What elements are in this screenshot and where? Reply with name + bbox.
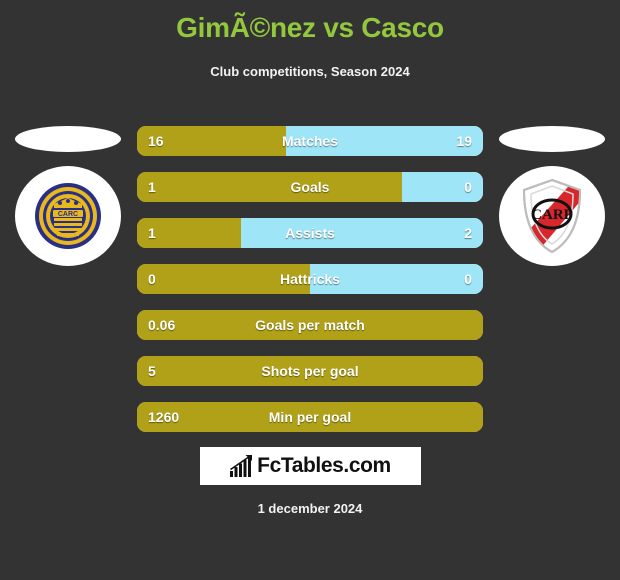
bar-chart-trend-icon: [230, 455, 253, 477]
page-title: GimÃ©nez vs Casco: [176, 12, 444, 43]
away-club-crest-column: CARP: [496, 126, 608, 286]
fctables-logo-text: FcTables.com: [257, 454, 391, 477]
stat-label: Assists: [285, 225, 335, 241]
stat-row: 0.06 Goals per match: [137, 310, 483, 340]
svg-text:CARC: CARC: [58, 211, 78, 218]
fctables-logo[interactable]: FcTables.com: [200, 447, 421, 485]
river-plate-crest-icon: CARP: [522, 178, 582, 254]
away-value: 2: [464, 225, 472, 241]
footer-date: 1 december 2024: [257, 501, 363, 516]
rosario-central-crest-icon: CARC: [35, 183, 101, 249]
stat-label: Min per goal: [268, 409, 352, 425]
away-value: 0: [464, 179, 472, 195]
stat-label: Shots per goal: [261, 363, 359, 379]
stat-row: 0 Hattricks 0: [137, 264, 483, 294]
away-value: 19: [456, 133, 472, 149]
svg-text:CARP: CARP: [531, 207, 573, 223]
stat-label: Hattricks: [280, 271, 340, 287]
stat-label: Goals: [290, 179, 330, 195]
stat-row: 5 Shots per goal: [137, 356, 483, 386]
home-crest-ellipse-top: [15, 126, 121, 152]
stat-row: 1 Assists 2: [137, 218, 483, 248]
away-crest-ellipse-top: [499, 126, 605, 152]
home-club-crest-column: CARC: [12, 126, 124, 286]
stat-row: 16 Matches 19: [137, 126, 483, 156]
page-subtitle: Club competitions, Season 2024: [210, 64, 410, 79]
stat-comparison-list: 16 Matches 19 1 Goals 0 1 Assists 2 0 Ha…: [137, 126, 483, 448]
stat-label: Goals per match: [255, 317, 365, 333]
away-value: 0: [464, 271, 472, 287]
stat-row: 1 Goals 0: [137, 172, 483, 202]
stat-row: 1260 Min per goal: [137, 402, 483, 432]
stat-label: Matches: [281, 133, 339, 149]
